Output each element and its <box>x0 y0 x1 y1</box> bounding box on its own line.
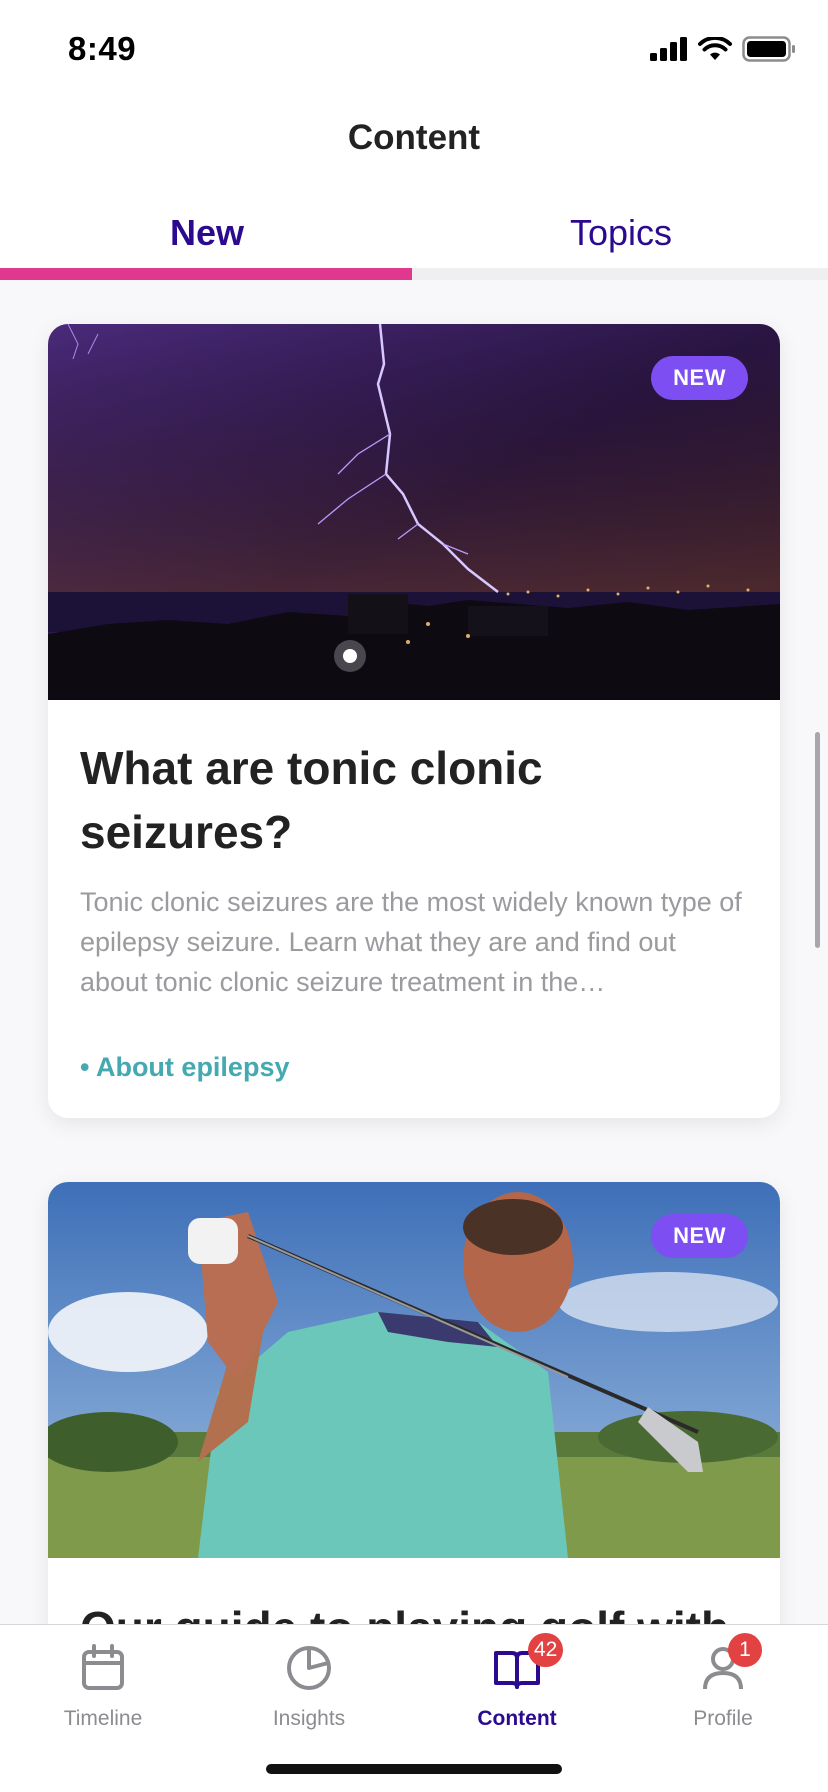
profile-notification-badge: 1 <box>728 1633 762 1667</box>
content-count-badge: 42 <box>528 1633 564 1667</box>
scrollbar[interactable] <box>815 732 820 948</box>
battery-icon <box>742 36 795 62</box>
book-icon: 42 <box>492 1633 564 1693</box>
new-badge: NEW <box>651 356 748 400</box>
page-title: Content <box>347 118 481 157</box>
nav-label: Profile <box>693 1707 753 1730</box>
person-icon: 1 <box>698 1633 762 1693</box>
cellular-signal-icon <box>650 37 687 61</box>
nav-label: Insights <box>272 1707 346 1730</box>
content-screen: 8:49 Content New Topics NEW What are ton… <box>0 0 828 1792</box>
tab-indicator <box>0 268 412 280</box>
calendar-icon <box>78 1643 128 1693</box>
pie-chart-icon <box>284 1643 334 1693</box>
article-image-lightning: NEW <box>48 324 780 700</box>
nav-insights[interactable]: Insights <box>206 1643 412 1731</box>
nav-profile[interactable]: 1 Profile <box>620 1633 826 1731</box>
home-indicator <box>266 1764 562 1774</box>
status-icons <box>650 36 796 62</box>
article-image-golf: NEW <box>48 1182 780 1558</box>
nav-label: Content <box>477 1707 557 1730</box>
article-title: What are tonic clonic seizures? <box>80 742 543 858</box>
article-description: Tonic clonic seizures are the most widel… <box>80 887 742 997</box>
article-card[interactable]: NEW Our guide to playing golf with <box>48 1182 780 1624</box>
article-card[interactable]: NEW What are tonic clonic seizures? Toni… <box>48 324 780 1118</box>
nav-label: Timeline <box>63 1707 143 1730</box>
nav-timeline[interactable]: Timeline <box>0 1643 206 1731</box>
article-topic-tag[interactable]: • About epilepsy <box>80 1052 289 1083</box>
nav-content[interactable]: 42 Content <box>414 1633 620 1731</box>
new-badge: NEW <box>651 1214 748 1258</box>
status-bar: 8:49 <box>0 0 828 100</box>
content-feed[interactable]: NEW What are tonic clonic seizures? Toni… <box>0 280 828 1624</box>
status-time: 8:49 <box>68 30 137 67</box>
article-title: Our guide to playing golf with <box>80 1596 740 1624</box>
wifi-icon <box>698 37 732 60</box>
